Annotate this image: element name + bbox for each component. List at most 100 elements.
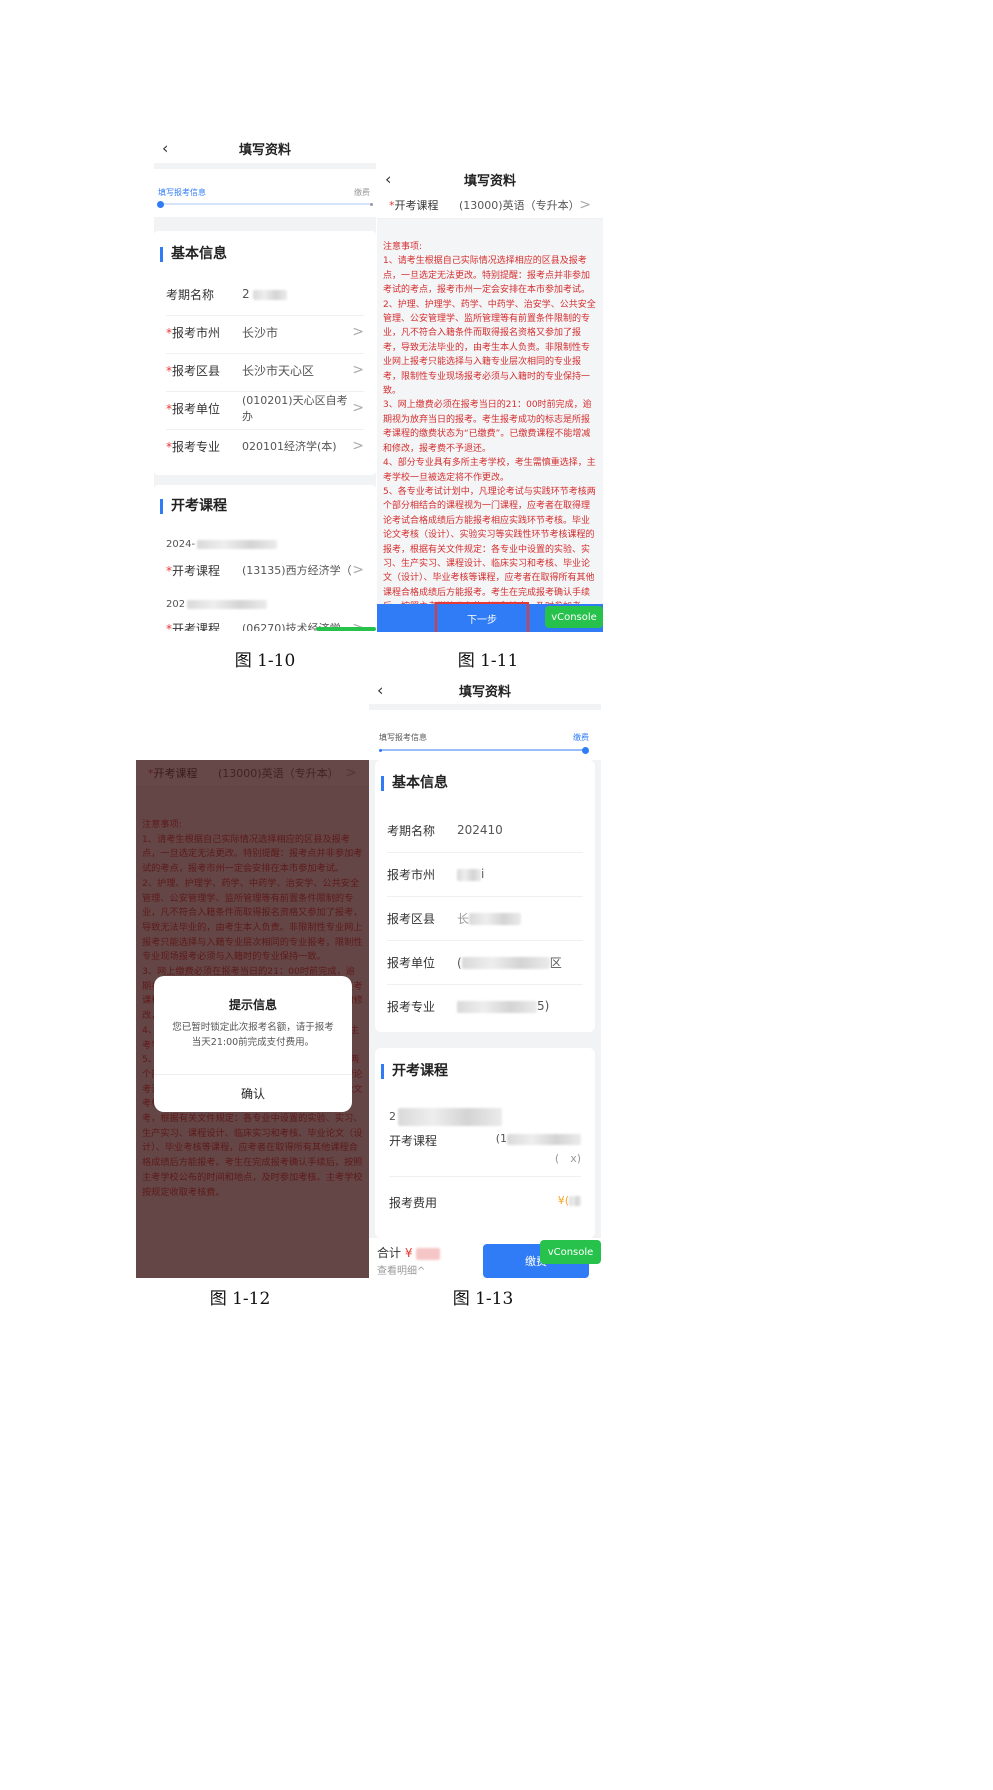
dialog-message: 您已暂时锁定此次报考名额，请于报考当天21:00前完成支付费用。: [172, 1022, 334, 1048]
courses-card: 开考课程 2 开考课程 (1 ( x) 报考费用 ¥(: [375, 1048, 595, 1238]
row-exam-period: 考期名称 202410: [387, 808, 583, 853]
screenshot-fig-1-13: ‹ 填写资料 填写报考信息 缴费 基本信息 考期名称 202410 报考市州 i…: [369, 676, 601, 1280]
row-label: 报考区县: [172, 363, 221, 378]
alert-dialog: 提示信息 您已暂时锁定此次报考名额，请于报考当天21:00前完成支付费用。 确认: [154, 976, 352, 1112]
basic-info-title: 基本信息: [160, 247, 227, 262]
notice-item: 1、请考生根据自己实际情况选择相应的区县及报考点，一旦选定无法更改。特别提醒：报…: [383, 256, 591, 296]
row-value: (010201)天心区自考办: [242, 394, 348, 423]
row-label: 开考课程: [394, 199, 439, 212]
row-label: 开考课程: [389, 1134, 438, 1148]
next-step-button[interactable]: 下一步: [435, 602, 529, 632]
notice-item: 4、部分专业具有多所主考学校，考生需慎重选择，主考学校一旦被选定将不作更改。: [383, 458, 596, 483]
basic-info-card: 基本信息 考期名称 2 *报考市州 长沙市 > *报考区县 长沙市天心区 > *…: [154, 231, 376, 475]
caption-fig-1-12: 图 1-12: [209, 1289, 271, 1309]
row-label: 报考市州: [172, 325, 221, 340]
row-unit: 报考单位 (区: [387, 940, 583, 985]
blurred-value: [457, 868, 481, 881]
total-currency: ¥: [404, 1246, 413, 1260]
confirm-button[interactable]: 确认: [154, 1075, 352, 1112]
caption-fig-1-10: 图 1-10: [234, 651, 296, 671]
view-detail-link[interactable]: 查看明细^: [377, 1262, 425, 1277]
progress-dot-next: [370, 203, 373, 206]
progress-dot-start: [379, 749, 382, 752]
screenshot-fig-1-11: ‹ 填写资料 *开考课程 (13000)英语（专升本） > 注意事项: 1、请考…: [377, 166, 603, 632]
chevron-right-icon: >: [352, 362, 364, 378]
page-title: 填写资料: [463, 173, 516, 189]
chevron-right-icon: >: [352, 562, 364, 578]
screenshot-fig-1-10: ‹ 填写资料 填写报考信息 缴费 基本信息 考期名称 2 *报考市州 长沙市 >…: [154, 133, 376, 631]
app-header: ‹ 填写资料: [377, 166, 603, 192]
screenshot-fig-1-12: *开考课程 (13000)英语（专升本） > 注意事项: 1、请考生根据自己实际…: [136, 760, 369, 1278]
back-icon[interactable]: ‹: [377, 681, 383, 700]
progress-card: 填写报考信息 缴费: [154, 169, 376, 217]
total-row: 合计 ¥: [377, 1244, 441, 1261]
page-title: 填写资料: [238, 142, 291, 158]
dialog-title: 提示信息: [228, 998, 277, 1012]
courses-card: 开考课程 2024- *开考课程 (13135)西方经济学（中级 > 202 *…: [154, 485, 376, 631]
row-major[interactable]: *报考专业 020101经济学(本) >: [166, 425, 364, 467]
course-time: 2: [389, 1108, 502, 1126]
progress-step-fill: 填写报考信息: [379, 733, 427, 742]
progress-card: 填写报考信息 缴费: [369, 710, 601, 760]
row-city: 报考市州 i: [387, 852, 583, 897]
notice-block: 注意事项: 1、请考生根据自己实际情况选择相应的区县及报考点，一旦选定无法更改。…: [377, 240, 603, 629]
row-label: 报考区县: [387, 911, 436, 926]
row-label: 考期名称: [387, 823, 436, 838]
row-value: (1: [496, 1132, 581, 1145]
row-label: 报考专业: [387, 999, 436, 1014]
progress-track: [160, 203, 370, 205]
row-divider: [389, 1176, 581, 1177]
blurred-total: [416, 1247, 441, 1260]
fee-value: ¥(: [558, 1194, 581, 1207]
row-district: 报考区县 长: [387, 896, 583, 941]
row-exam-period: 考期名称 2: [166, 273, 364, 316]
row-label: 报考单位: [172, 401, 221, 416]
row-city[interactable]: *报考市州 长沙市 >: [166, 311, 364, 354]
back-icon[interactable]: ‹: [385, 170, 391, 189]
row-label: 报考单位: [387, 955, 436, 970]
chevron-right-icon: >: [352, 400, 364, 416]
vconsole-button[interactable]: vConsole: [545, 606, 603, 628]
row-label: 报考专业: [172, 439, 221, 454]
row-value: 2: [242, 287, 250, 301]
row-label: 报考费用: [389, 1196, 438, 1210]
progress-step-fill: 填写报考信息: [158, 188, 206, 197]
row-value: 020101经济学(本): [242, 440, 337, 453]
row-value: (13000)英语（专升本）: [459, 199, 580, 212]
progress-dot-current: [157, 201, 164, 208]
row-value: (13135)西方经济学（中级: [242, 564, 352, 577]
chevron-right-icon: >: [579, 197, 591, 213]
chevron-right-icon: >: [352, 324, 364, 340]
row-value-2: ( x): [554, 1152, 581, 1165]
back-icon[interactable]: ‹: [162, 139, 168, 158]
progress-step-pay: 缴费: [354, 188, 370, 197]
row-value: (: [457, 955, 462, 970]
row-label: 开考课程: [172, 563, 221, 578]
row-district[interactable]: *报考区县 长沙市天心区 >: [166, 349, 364, 392]
row-unit[interactable]: *报考单位 (010201)天心区自考办 >: [166, 387, 364, 430]
blurred-value: [252, 289, 287, 300]
courses-title: 开考课程: [381, 1064, 448, 1079]
course-row[interactable]: *开考课程 (13000)英语（专升本） >: [377, 192, 603, 219]
blurred-value: [457, 1000, 537, 1013]
row-value: 202410: [457, 823, 503, 837]
row-major: 报考专业 5): [387, 999, 550, 1014]
app-header: ‹ 填写资料: [369, 676, 601, 704]
vconsole-edge[interactable]: [316, 627, 376, 631]
progress-track: [381, 749, 587, 751]
chevron-up-icon: ^: [417, 1266, 426, 1277]
caption-fig-1-13: 图 1-13: [452, 1289, 514, 1309]
notice-title: 注意事项:: [383, 242, 423, 252]
course-row[interactable]: *开考课程 (13135)西方经济学（中级 >: [166, 549, 364, 591]
progress-step-pay: 缴费: [573, 733, 589, 742]
fee-row: 报考费用 ¥(: [389, 1188, 581, 1218]
courses-title: 开考课程: [160, 499, 227, 514]
total-label: 合计: [377, 1246, 402, 1260]
basic-info-title: 基本信息: [381, 776, 448, 791]
notice-item: 3、网上缴费必须在报考当日的21：00时前完成，逾期视为放弃当日的报考。考生报考…: [383, 400, 592, 454]
blurred-value: [469, 913, 522, 925]
vconsole-button[interactable]: vConsole: [540, 1240, 601, 1264]
row-value: i: [481, 867, 485, 881]
row-label: 开考课程: [172, 621, 221, 632]
caption-fig-1-11: 图 1-11: [457, 651, 519, 671]
